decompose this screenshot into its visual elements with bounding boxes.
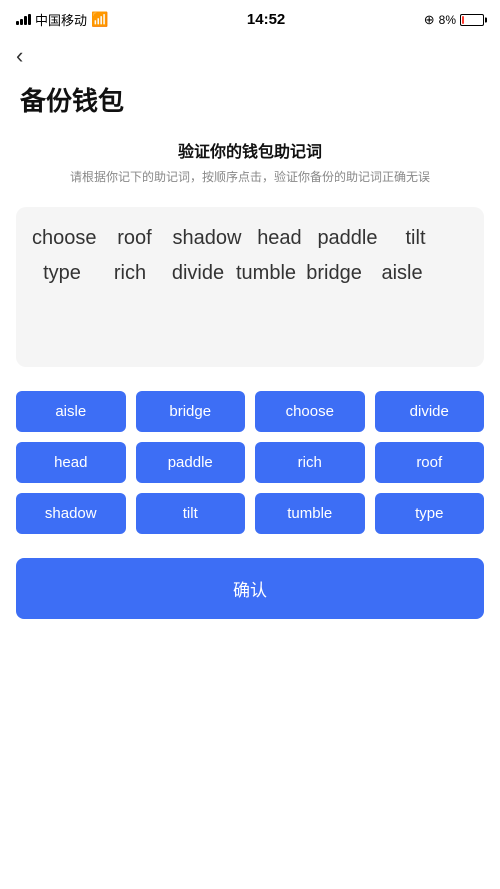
page-title: 备份钱包 — [0, 73, 500, 138]
status-right: ⊕ 8% — [424, 12, 484, 28]
word-button[interactable]: tilt — [136, 493, 246, 534]
word-display-inner: choose roof shadow head paddle tilt type richdi… — [32, 227, 468, 285]
battery-icon — [460, 14, 484, 26]
carrier-label: 中国移动 — [35, 10, 87, 29]
confirm-section: 确认 — [0, 550, 500, 649]
word-buttons-grid: aislebridgechoosedivide headpaddlerichroo… — [16, 391, 484, 534]
clock: 14:52 — [247, 11, 285, 28]
display-word: tumble — [236, 262, 296, 285]
display-word: aisle — [372, 262, 432, 285]
word-display-box: choose roof shadow head paddle tilt type richdi… — [16, 207, 484, 367]
word-buttons-section: aislebridgechoosedivide headpaddlerichroo… — [0, 387, 500, 550]
battery-fill — [462, 16, 464, 24]
display-word: head — [249, 227, 309, 250]
display-word: paddle — [317, 227, 377, 250]
section-header: 验证你的钱包助记词 请根据你记下的助记词，按顺序点击，验证你备份的助记词正确无误 — [0, 138, 500, 195]
wifi-icon: 📶 — [91, 11, 108, 28]
display-word: bridge — [304, 262, 364, 285]
word-button[interactable]: bridge — [136, 391, 246, 432]
word-button[interactable]: rich — [255, 442, 365, 483]
word-button[interactable]: roof — [375, 442, 485, 483]
display-word: roof — [105, 227, 165, 250]
battery-percent: 8% — [439, 13, 456, 27]
status-bar: 中国移动 📶 14:52 ⊕ 8% — [0, 0, 500, 35]
section-desc: 请根据你记下的助记词，按顺序点击，验证你备份的助记词正确无误 — [20, 168, 480, 187]
word-button[interactable]: type — [375, 493, 485, 534]
display-word: rich — [100, 262, 160, 285]
word-button[interactable]: choose — [255, 391, 365, 432]
display-word: type — [32, 262, 92, 285]
signal-icon — [16, 14, 31, 25]
word-button[interactable]: divide — [375, 391, 485, 432]
word-button[interactable]: aisle — [16, 391, 126, 432]
confirm-button[interactable]: 确认 — [16, 558, 484, 619]
word-button[interactable]: paddle — [136, 442, 246, 483]
back-button[interactable]: ‹ — [0, 35, 500, 73]
section-title: 验证你的钱包助记词 — [20, 138, 480, 162]
display-word: divide — [168, 262, 228, 285]
status-left: 中国移动 📶 — [16, 10, 108, 29]
word-button[interactable]: head — [16, 442, 126, 483]
display-word: tilt — [386, 227, 446, 250]
airdrop-icon: ⊕ — [424, 12, 435, 28]
word-button[interactable]: tumble — [255, 493, 365, 534]
word-button[interactable]: shadow — [16, 493, 126, 534]
display-word: shadow — [173, 227, 242, 250]
display-word: choose — [32, 227, 97, 250]
